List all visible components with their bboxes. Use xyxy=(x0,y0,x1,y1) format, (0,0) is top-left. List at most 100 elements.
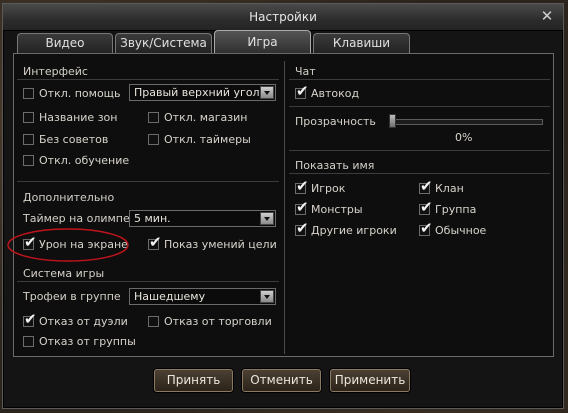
section-chat-title: Чат xyxy=(295,65,316,78)
checkbox-label: Откл. помощь xyxy=(39,86,121,100)
chevron-down-icon[interactable] xyxy=(260,212,274,225)
disable-tutorial-checkbox[interactable]: Откл. обучение xyxy=(23,152,129,168)
checkbox-label: Откл. магазин xyxy=(164,110,248,124)
checkbox-label: Отказ от торговли xyxy=(164,314,272,328)
checkbox-label: Название зон xyxy=(39,110,118,124)
checkbox-label: Группа xyxy=(435,202,477,216)
show-clan-checkbox[interactable]: ✔ Клан xyxy=(419,178,464,196)
dropdown-value: Нашедшему xyxy=(134,290,206,303)
check-icon: ✔ xyxy=(296,176,309,195)
transparency-value: 0% xyxy=(455,131,473,144)
tab-video[interactable]: Видео xyxy=(17,33,113,53)
checkbox-label: Клан xyxy=(435,181,464,195)
section-interface-title: Интерфейс xyxy=(23,65,88,78)
divider xyxy=(289,173,550,174)
no-tips-checkbox[interactable]: Без советов xyxy=(23,131,108,147)
check-icon: ✔ xyxy=(24,232,37,251)
accept-button[interactable]: Принять xyxy=(154,369,233,392)
checkbox-label: Обычное xyxy=(435,223,487,237)
checkbox-label: Отказ от дуэли xyxy=(39,314,128,328)
damage-on-screen-checkbox[interactable]: ✔ Урон на экране xyxy=(23,234,128,252)
checkbox-label: Откл. таймеры xyxy=(164,132,251,146)
cancel-button[interactable]: Отменить xyxy=(242,369,321,392)
divider xyxy=(17,79,279,80)
chevron-down-icon[interactable] xyxy=(260,290,274,303)
show-monsters-checkbox[interactable]: ✔ Монстры xyxy=(295,199,363,217)
divider xyxy=(17,181,279,182)
checkbox-box[interactable] xyxy=(148,315,159,327)
section-game-system-title: Система игры xyxy=(23,267,105,280)
divider xyxy=(289,106,550,107)
disable-shop-checkbox[interactable]: Откл. магазин xyxy=(148,109,247,125)
disable-timers-checkbox[interactable]: Откл. таймеры xyxy=(148,131,251,147)
checkbox-box[interactable] xyxy=(23,87,34,99)
checkbox-box[interactable]: ✔ xyxy=(419,199,433,215)
show-other-players-checkbox[interactable]: ✔ Другие игроки xyxy=(295,220,397,238)
checkbox-box[interactable] xyxy=(148,133,159,145)
checkbox-label: Монстры xyxy=(311,202,363,216)
apply-button[interactable]: Применить xyxy=(330,369,410,392)
checkbox-box[interactable]: ✔ xyxy=(148,234,162,250)
checkbox-box[interactable]: ✔ xyxy=(23,311,37,327)
checkbox-box[interactable] xyxy=(23,154,34,166)
check-icon: ✔ xyxy=(420,197,433,216)
autocode-checkbox[interactable]: ✔ Автокод xyxy=(295,83,360,101)
checkbox-box[interactable]: ✔ xyxy=(419,178,433,194)
party-loot-dropdown[interactable]: Нашедшему xyxy=(129,288,276,305)
show-player-checkbox[interactable]: ✔ Игрок xyxy=(295,178,346,196)
help-position-dropdown[interactable]: Правый верхний угол xyxy=(129,84,276,101)
divider xyxy=(289,150,550,151)
checkbox-label: Другие игроки xyxy=(311,223,397,237)
divider xyxy=(289,79,550,80)
checkbox-box[interactable]: ✔ xyxy=(419,220,433,236)
show-party-checkbox[interactable]: ✔ Группа xyxy=(419,199,477,217)
checkbox-label: Автокод xyxy=(311,86,360,100)
title-bar[interactable]: Настройки ✕ xyxy=(3,4,563,31)
close-icon[interactable]: ✕ xyxy=(539,8,555,24)
checkbox-box[interactable] xyxy=(23,335,34,347)
checkbox-label: Игрок xyxy=(311,181,346,195)
refuse-duel-checkbox[interactable]: ✔ Отказ от дуэли xyxy=(23,311,128,329)
refuse-party-checkbox[interactable]: Отказ от группы xyxy=(23,333,136,349)
checkbox-box[interactable]: ✔ xyxy=(295,199,309,215)
chevron-down-icon[interactable] xyxy=(260,86,274,99)
checkbox-box[interactable]: ✔ xyxy=(295,220,309,236)
check-icon: ✔ xyxy=(420,218,433,237)
show-normal-checkbox[interactable]: ✔ Обычное xyxy=(419,220,487,238)
checkbox-label: Без советов xyxy=(39,132,109,146)
olympiad-timer-dropdown[interactable]: 5 мин. xyxy=(129,210,276,227)
checkbox-label: Откл. обучение xyxy=(39,153,130,167)
check-icon: ✔ xyxy=(149,232,162,251)
tab-keys[interactable]: Клавиши xyxy=(313,33,410,53)
check-icon: ✔ xyxy=(24,309,37,328)
dropdown-value: 5 мин. xyxy=(134,212,171,225)
section-additional-title: Дополнительно xyxy=(23,191,115,204)
section-show-name-title: Показать имя xyxy=(295,159,375,172)
window-title: Настройки xyxy=(249,10,317,24)
transparency-slider[interactable] xyxy=(391,119,543,125)
check-icon: ✔ xyxy=(296,197,309,216)
refuse-trade-checkbox[interactable]: Отказ от торговли xyxy=(148,313,272,329)
checkbox-box[interactable] xyxy=(23,133,34,145)
zone-names-checkbox[interactable]: Название зон xyxy=(23,109,117,125)
check-icon: ✔ xyxy=(296,81,309,100)
disable-help-checkbox[interactable]: Откл. помощь xyxy=(23,85,121,101)
column-divider xyxy=(284,61,285,354)
dropdown-value: Правый верхний угол xyxy=(134,86,260,99)
tab-sound-system[interactable]: Звук/Система xyxy=(115,33,212,53)
olympiad-timer-label: Таймер на олимпе xyxy=(23,212,130,225)
checkbox-box[interactable]: ✔ xyxy=(295,83,309,99)
party-loot-label: Трофеи в группе xyxy=(23,290,121,303)
transparency-slider-handle[interactable] xyxy=(389,114,396,128)
checkbox-box[interactable] xyxy=(148,111,159,123)
checkbox-label: Урон на экране xyxy=(39,237,128,251)
checkbox-box[interactable]: ✔ xyxy=(23,234,37,250)
check-icon: ✔ xyxy=(420,176,433,195)
tab-game[interactable]: Игра xyxy=(214,30,311,54)
checkbox-label: Показ умений цели xyxy=(164,237,277,251)
divider xyxy=(17,281,279,282)
checkbox-box[interactable]: ✔ xyxy=(295,178,309,194)
checkbox-box[interactable] xyxy=(23,111,34,123)
target-skills-checkbox[interactable]: ✔ Показ умений цели xyxy=(148,234,277,252)
checkbox-label: Отказ от группы xyxy=(39,334,136,348)
